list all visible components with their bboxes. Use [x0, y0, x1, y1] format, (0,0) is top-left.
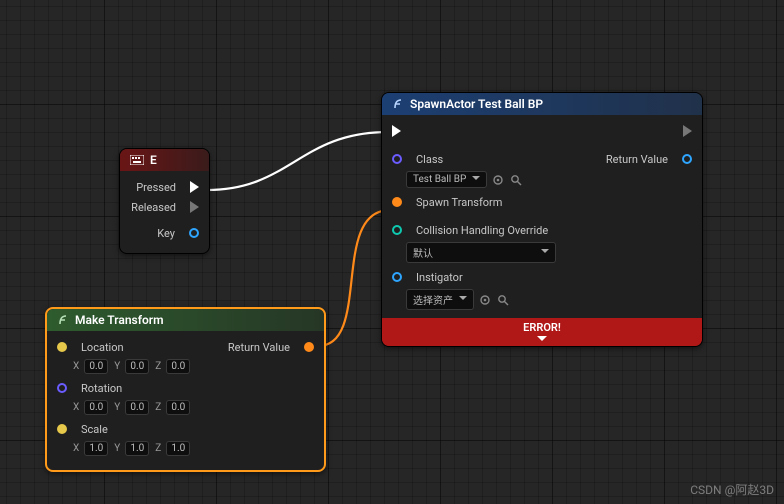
function-icon — [57, 314, 69, 326]
rot-z-input[interactable]: 0.0 — [166, 400, 190, 415]
pin-in-spawn-transform[interactable] — [392, 197, 402, 207]
watermark: CSDN @阿赵3D — [690, 481, 774, 498]
pin-label-location: Location — [81, 341, 124, 354]
rot-y-input[interactable]: 0.0 — [125, 400, 149, 415]
pin-in-instigator[interactable] — [392, 272, 402, 282]
pin-label-return: Return Value — [228, 341, 290, 354]
loc-y-input[interactable]: 0.0 — [125, 359, 149, 374]
pin-label-released: Released — [131, 201, 176, 214]
loc-x-input[interactable]: 0.0 — [84, 359, 108, 374]
function-icon — [392, 98, 404, 110]
pin-in-class[interactable] — [392, 154, 402, 164]
collision-dropdown[interactable]: 默认 — [406, 242, 556, 263]
pin-in-collision[interactable] — [392, 225, 402, 235]
pin-label-instigator: Instigator — [416, 271, 463, 284]
loc-z-input[interactable]: 0.0 — [166, 359, 190, 374]
pin-label-pressed: Pressed — [136, 181, 176, 194]
node-header: Make Transform — [47, 309, 324, 331]
rot-x-input[interactable]: 0.0 — [84, 400, 108, 415]
pin-out-return[interactable] — [682, 154, 692, 164]
node-spawn-actor[interactable]: SpawnActor Test Ball BP Class Return Val… — [381, 92, 703, 347]
expand-error-icon[interactable] — [382, 334, 702, 346]
exec-out-pressed[interactable] — [190, 181, 199, 193]
pin-label-return: Return Value — [606, 153, 668, 166]
chevron-down-icon — [541, 247, 549, 258]
node-title: SpawnActor Test Ball BP — [410, 97, 543, 111]
pin-in-rotation[interactable] — [57, 383, 67, 393]
chevron-down-icon — [472, 174, 480, 185]
node-make-transform[interactable]: Make Transform Location Return Value X0.… — [45, 307, 326, 472]
node-title: Make Transform — [75, 313, 164, 327]
node-title: E — [150, 153, 157, 167]
scale-x-input[interactable]: 1.0 — [84, 441, 108, 456]
pin-label-collision: Collision Handling Override — [416, 224, 548, 237]
instigator-dropdown[interactable]: 选择资产 — [406, 289, 474, 310]
node-input-e[interactable]: E Pressed Released Key — [119, 148, 210, 254]
pin-out-return[interactable] — [304, 342, 314, 352]
node-header: E — [120, 149, 209, 171]
class-dropdown[interactable]: Test Ball BP — [406, 171, 487, 188]
scale-y-input[interactable]: 1.0 — [125, 441, 149, 456]
pin-label-class: Class — [416, 153, 443, 166]
chevron-down-icon — [459, 294, 467, 305]
exec-in[interactable] — [392, 125, 401, 137]
pin-out-key[interactable] — [189, 228, 199, 238]
keyboard-icon — [130, 155, 144, 165]
exec-out[interactable] — [683, 125, 692, 137]
pin-label-spawn-transform: Spawn Transform — [416, 196, 502, 209]
pin-label-key: Key — [157, 227, 175, 240]
pin-in-location[interactable] — [57, 342, 67, 352]
scale-z-input[interactable]: 1.0 — [166, 441, 190, 456]
node-header: SpawnActor Test Ball BP — [382, 93, 702, 115]
exec-out-released[interactable] — [190, 201, 199, 213]
search-icon[interactable] — [509, 173, 523, 187]
error-bar[interactable]: ERROR! — [382, 318, 702, 334]
search-icon[interactable] — [496, 293, 510, 307]
pin-label-rotation: Rotation — [81, 382, 122, 395]
pin-label-scale: Scale — [81, 423, 108, 436]
browse-icon[interactable] — [478, 293, 492, 307]
browse-icon[interactable] — [491, 173, 505, 187]
pin-in-scale[interactable] — [57, 424, 67, 434]
